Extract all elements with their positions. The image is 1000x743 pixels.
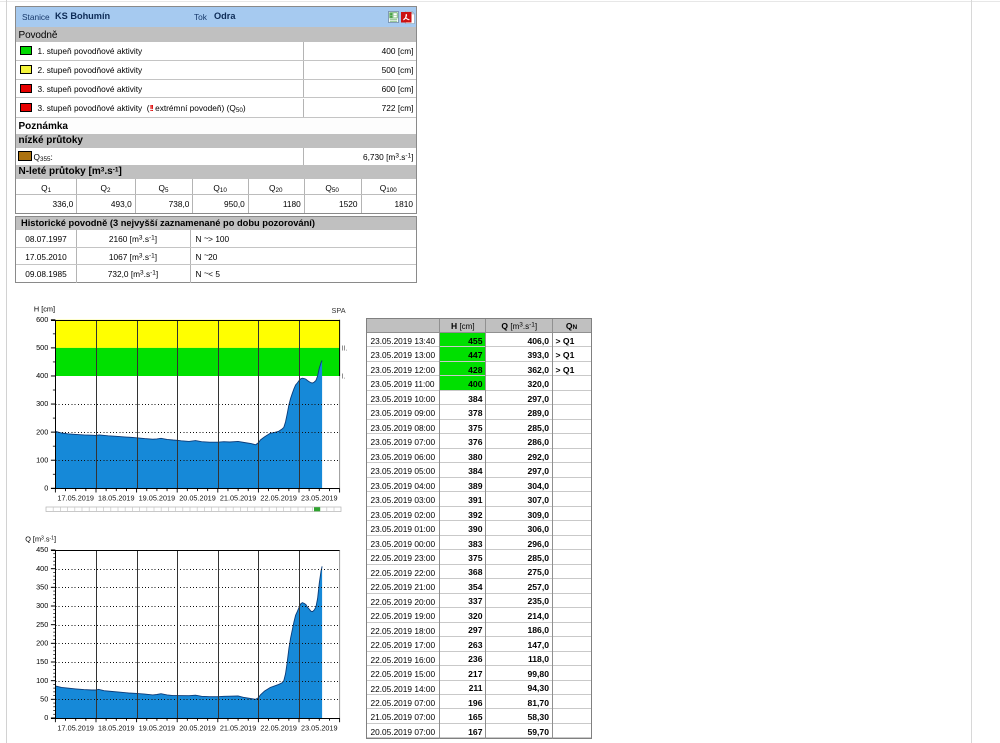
svg-text:600: 600 (36, 315, 48, 324)
svg-text:21.05.2019: 21.05.2019 (220, 723, 257, 732)
svg-text:H [cm]: H [cm] (34, 305, 55, 314)
svg-text:250: 250 (36, 620, 48, 629)
svg-text:0: 0 (44, 713, 48, 722)
svg-text:23.05.2019: 23.05.2019 (301, 494, 338, 503)
svg-text:200: 200 (36, 639, 48, 648)
svg-text:350: 350 (36, 583, 48, 592)
svg-text:20.05.2019: 20.05.2019 (179, 494, 216, 503)
svg-text:I.: I. (342, 373, 346, 380)
svg-text:100: 100 (36, 455, 48, 464)
svg-text:II.: II. (342, 345, 348, 352)
svg-text:18.05.2019: 18.05.2019 (98, 494, 135, 503)
svg-text:22.05.2019: 22.05.2019 (260, 494, 297, 503)
svg-text:450: 450 (36, 545, 48, 554)
svg-text:19.05.2019: 19.05.2019 (139, 723, 176, 732)
svg-text:SPA: SPA (332, 306, 346, 315)
svg-text:17.05.2019: 17.05.2019 (57, 723, 94, 732)
svg-text:50: 50 (40, 695, 48, 704)
svg-text:400: 400 (36, 371, 48, 380)
svg-text:21.05.2019: 21.05.2019 (220, 494, 257, 503)
svg-text:18.05.2019: 18.05.2019 (98, 723, 135, 732)
svg-text:150: 150 (36, 657, 48, 666)
svg-text:300: 300 (36, 601, 48, 610)
svg-text:20.05.2019: 20.05.2019 (179, 723, 216, 732)
svg-text:Q [m3.s-1]: Q [m3.s-1] (25, 535, 56, 544)
svg-text:500: 500 (36, 343, 48, 352)
svg-text:300: 300 (36, 399, 48, 408)
svg-text:400: 400 (36, 564, 48, 573)
svg-text:0: 0 (44, 484, 48, 493)
svg-text:23.05.2019: 23.05.2019 (301, 723, 338, 732)
svg-text:100: 100 (36, 676, 48, 685)
svg-text:19.05.2019: 19.05.2019 (139, 494, 176, 503)
svg-text:22.05.2019: 22.05.2019 (260, 723, 297, 732)
svg-text:17.05.2019: 17.05.2019 (57, 494, 94, 503)
svg-text:200: 200 (36, 427, 48, 436)
